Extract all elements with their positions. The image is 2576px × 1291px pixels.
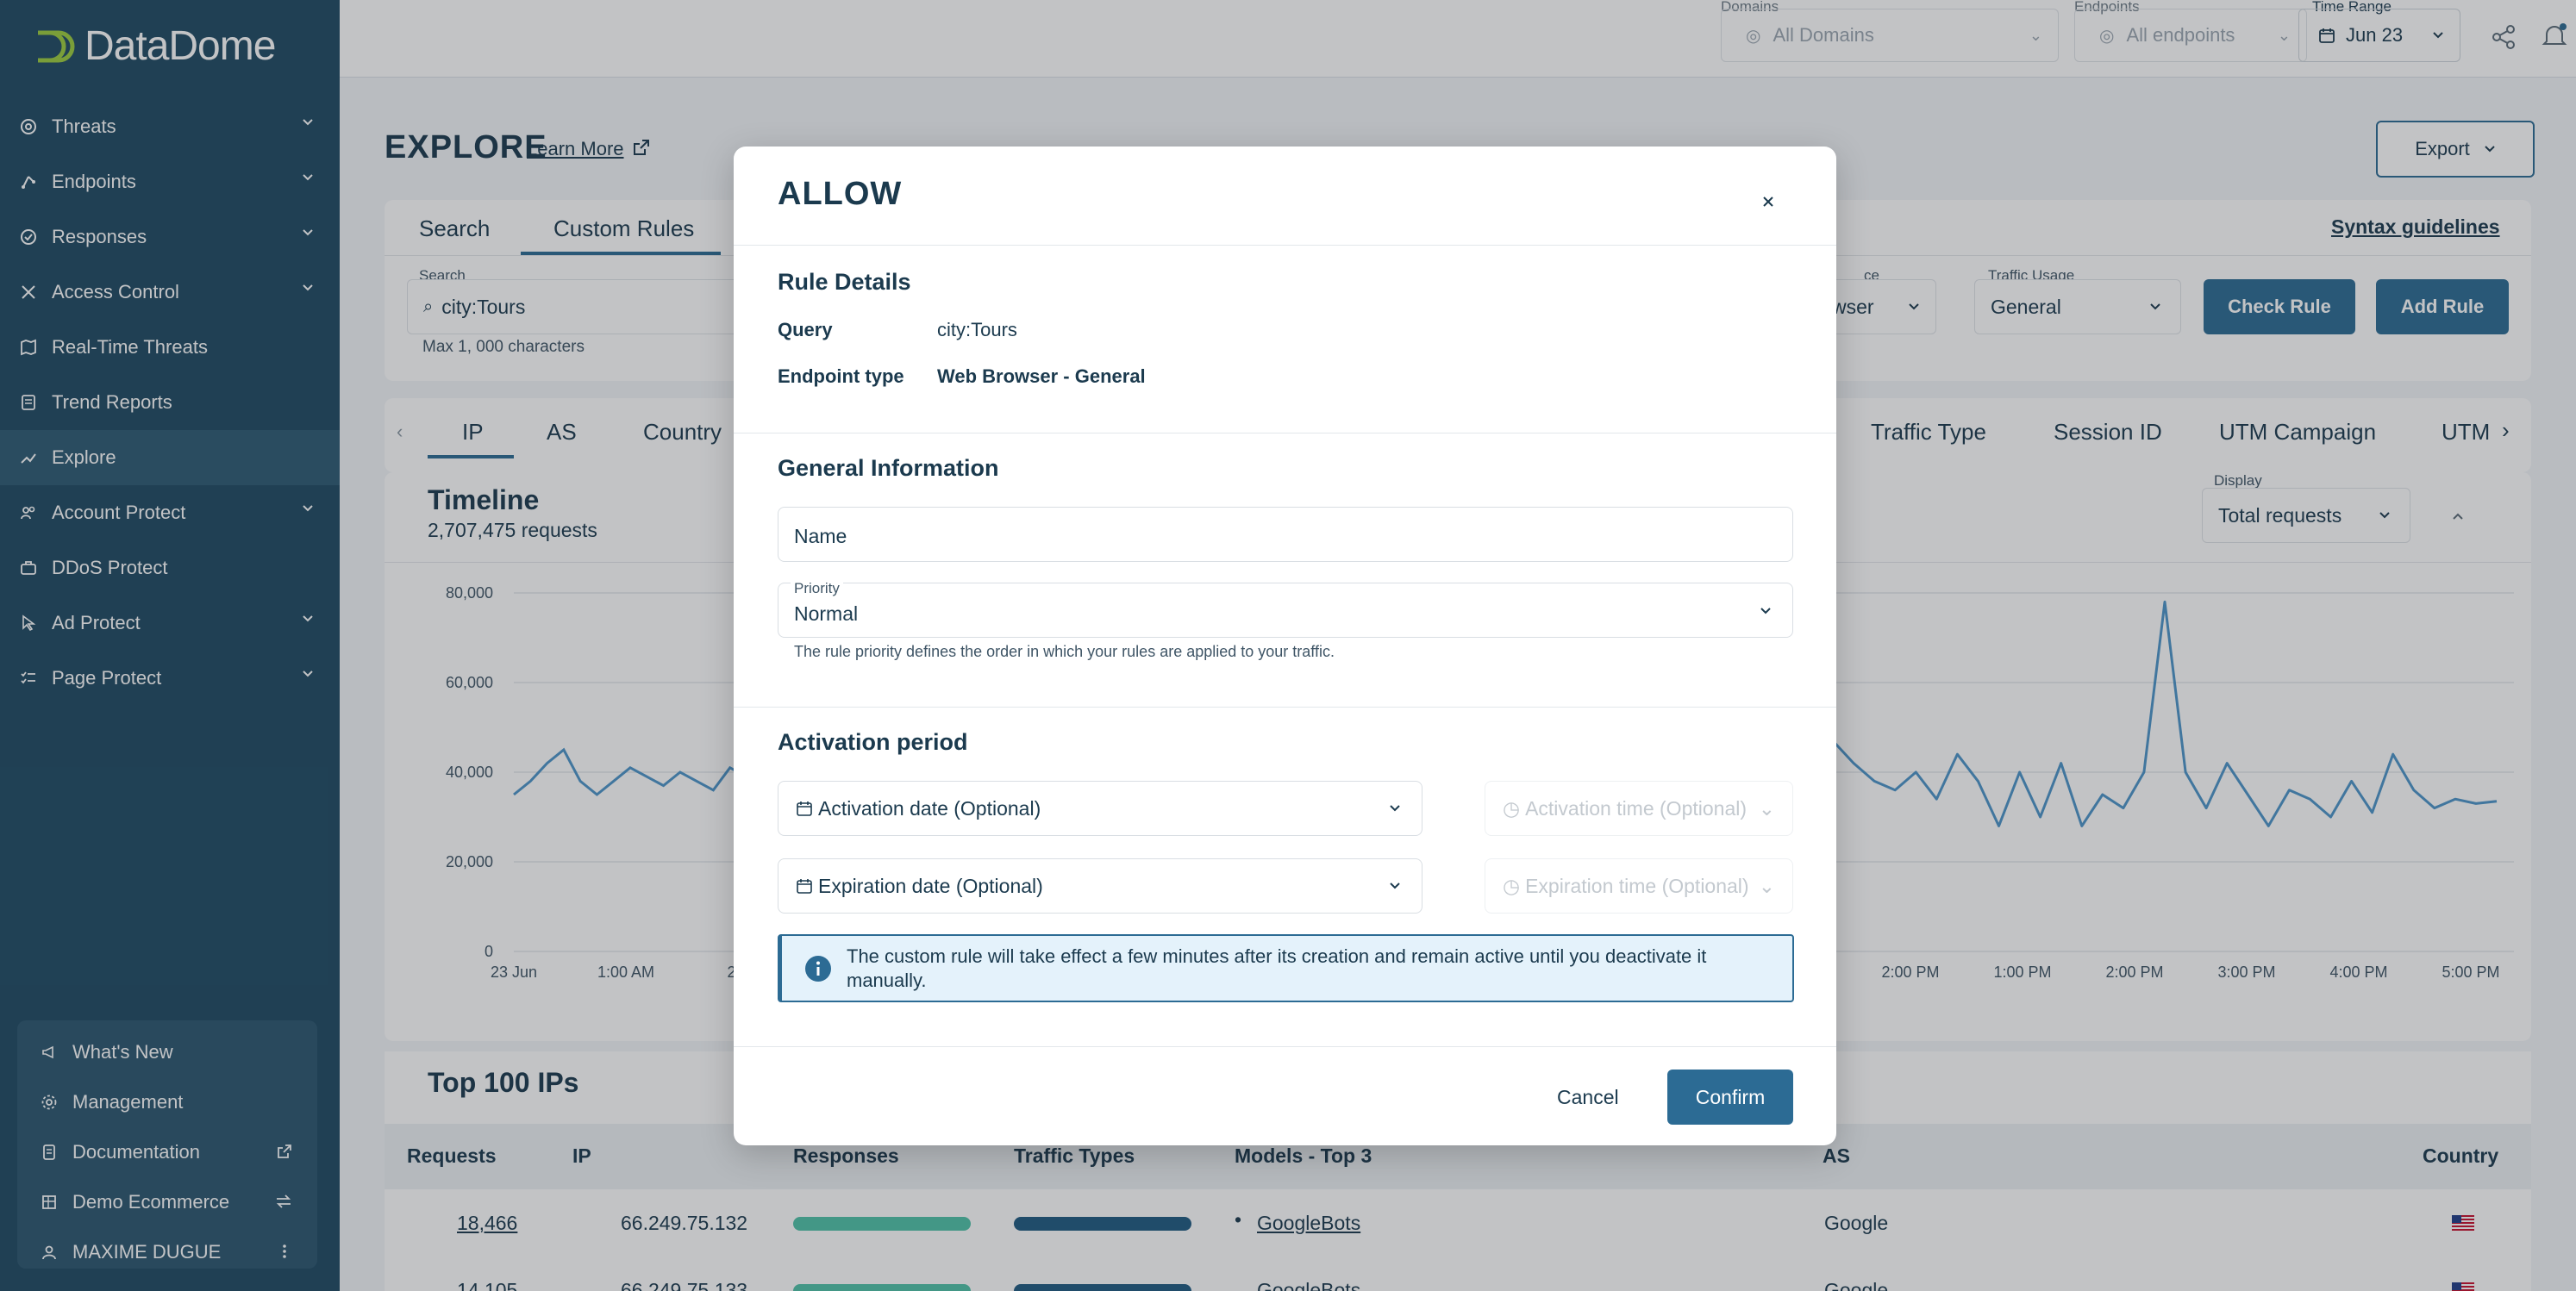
clock-icon: ◷ — [1503, 874, 1521, 897]
priority-help-text: The rule priority defines the order in w… — [794, 643, 1335, 660]
info-alert: The custom rule will take effect a few m… — [778, 934, 1794, 1002]
activation-time-select: ◷ Activation time (Optional) ⌄ — [1485, 781, 1793, 836]
activation-time-label: Activation time (Optional) — [1525, 796, 1748, 820]
rule-details-heading: Rule Details — [778, 269, 911, 295]
endpoint-type-label: Endpoint type — [778, 365, 904, 387]
chevron-down-icon — [1390, 882, 1400, 889]
calendar-icon — [797, 879, 812, 894]
modal-title: ALLOW — [778, 176, 903, 212]
activation-period-heading: Activation period — [778, 729, 968, 755]
confirm-button[interactable]: Confirm — [1667, 1070, 1793, 1125]
close-icon[interactable] — [1758, 191, 1779, 212]
activation-date-select[interactable]: Activation date (Optional) — [778, 781, 1422, 836]
priority-label: Priority — [791, 580, 843, 597]
expiration-time-select: ◷ Expiration time (Optional) ⌄ — [1485, 858, 1793, 914]
allow-rule-modal: ALLOW Rule Details Query city:Tours Endp… — [734, 147, 1836, 1145]
name-placeholder: Name — [794, 525, 847, 547]
clock-icon: ◷ — [1503, 796, 1521, 820]
endpoint-type-value: Web Browser - General — [937, 365, 1146, 387]
query-value: city:Tours — [937, 319, 1017, 340]
activation-date-label: Activation date (Optional) — [818, 796, 1041, 820]
info-text: The custom rule will take effect a few m… — [847, 945, 1707, 991]
modal-divider — [734, 707, 1836, 708]
modal-divider — [734, 1046, 1836, 1047]
calendar-icon — [797, 801, 812, 816]
chevron-down-icon: ⌄ — [1758, 796, 1775, 820]
expiration-date-label: Expiration date (Optional) — [818, 874, 1043, 897]
chevron-down-icon: ⌄ — [1758, 874, 1775, 897]
chevron-down-icon — [1760, 608, 1771, 614]
priority-select[interactable]: Priority Normal — [778, 580, 1793, 638]
general-info-heading: General Information — [778, 455, 999, 481]
info-icon — [805, 956, 831, 982]
chevron-down-icon — [1390, 805, 1400, 812]
query-label: Query — [778, 319, 833, 340]
name-input[interactable]: Name — [778, 507, 1793, 562]
cancel-button[interactable]: Cancel — [1557, 1086, 1619, 1109]
expiration-date-select[interactable]: Expiration date (Optional) — [778, 858, 1422, 914]
priority-value: Normal — [794, 602, 859, 625]
modal-divider — [734, 245, 1836, 246]
expiration-time-label: Expiration time (Optional) — [1525, 874, 1749, 897]
